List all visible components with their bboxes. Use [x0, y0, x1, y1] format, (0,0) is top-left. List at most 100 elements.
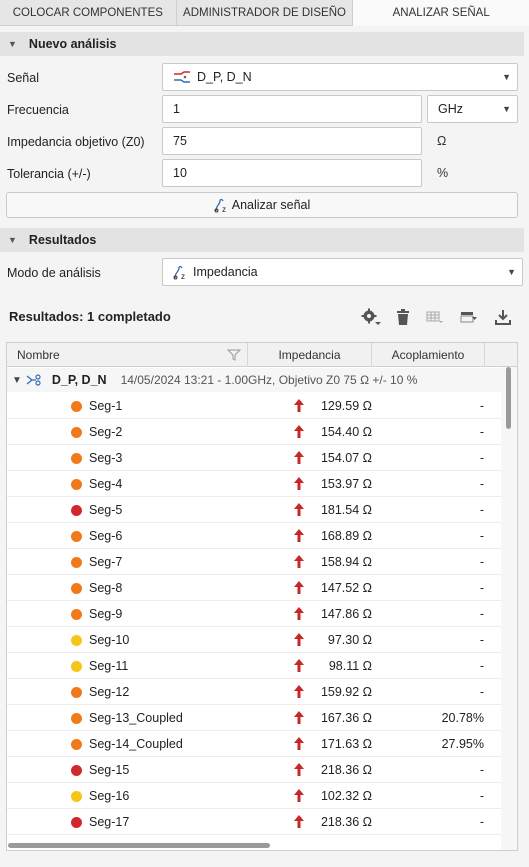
table-row[interactable]: Seg-3 154.07 Ω -: [7, 445, 502, 471]
table-row[interactable]: Seg-15 218.36 Ω -: [7, 757, 502, 783]
horizontal-scroll-thumb[interactable]: [8, 843, 270, 848]
table-row[interactable]: Seg-7 158.94 Ω -: [7, 549, 502, 575]
coupling-value: -: [479, 763, 484, 777]
frequency-input[interactable]: 1: [162, 95, 422, 123]
export-report-button[interactable]: [458, 306, 480, 328]
differential-pair-icon: [26, 374, 41, 386]
results-section-header[interactable]: ▼ Resultados: [0, 228, 524, 252]
horizontal-scrollbar[interactable]: [6, 842, 518, 850]
analysis-mode-label: Modo de análisis: [7, 266, 101, 280]
table-row[interactable]: Seg-11 98.11 Ω -: [7, 653, 502, 679]
arrow-up-icon: [294, 659, 304, 672]
coupling-value: -: [479, 503, 484, 517]
arrow-up-icon: [294, 607, 304, 620]
result-group-row[interactable]: ▼ D_P, D_N 14/05/2024 13:21 - 1.00GHz, O…: [7, 368, 502, 392]
impedance-value: 181.54 Ω: [320, 503, 372, 517]
table-row[interactable]: Seg-5 181.54 Ω -: [7, 497, 502, 523]
table-row[interactable]: Seg-14_Coupled 171.63 Ω 27.95%: [7, 731, 502, 757]
impedance-row: Impedancia objetivo (Z0) 75 Ω: [0, 127, 529, 157]
table-row[interactable]: Seg-17 218.36 Ω -: [7, 809, 502, 835]
collapse-triangle-icon[interactable]: ▼: [8, 39, 17, 49]
trash-icon: [397, 309, 409, 325]
tab-place-components[interactable]: COLOCAR COMPONENTES: [0, 0, 177, 25]
column-header-impedance[interactable]: Impedancia: [248, 343, 372, 367]
arrow-up-icon: [294, 399, 304, 412]
table-row[interactable]: Seg-16 102.32 Ω -: [7, 783, 502, 809]
tab-design-manager[interactable]: ADMINISTRADOR DE DISEÑO: [176, 0, 354, 25]
delete-button[interactable]: [392, 306, 414, 328]
segment-name: Seg-5: [89, 503, 123, 517]
collapse-triangle-icon[interactable]: ▼: [8, 235, 17, 245]
arrow-up-icon: [294, 425, 304, 438]
results-toolbar: Resultados: 1 completado: [0, 300, 529, 334]
frequency-label: Frecuencia: [7, 103, 69, 117]
analyze-signal-label: Analizar señal: [231, 198, 311, 212]
table-row[interactable]: Seg-8 147.52 Ω -: [7, 575, 502, 601]
frequency-unit-select[interactable]: GHz ▼: [427, 95, 518, 123]
arrow-up-icon: [294, 737, 304, 750]
results-count-title: Resultados: 1 completado: [9, 309, 171, 324]
tolerance-input[interactable]: 10: [162, 159, 422, 187]
impedance-value: 171.63 Ω: [320, 737, 372, 751]
arrow-up-icon: [294, 451, 304, 464]
vertical-scroll-thumb[interactable]: [506, 367, 511, 429]
status-dot-icon: [71, 687, 82, 698]
arrow-up-icon: [294, 477, 304, 490]
analyze-signal-button[interactable]: z Analizar señal: [6, 192, 518, 218]
table-row[interactable]: Seg-9 147.86 Ω -: [7, 601, 502, 627]
status-dot-icon: [71, 453, 82, 464]
status-dot-icon: [71, 557, 82, 568]
impedance-value: 129.59 Ω: [320, 399, 372, 413]
vertical-scrollbar[interactable]: [501, 367, 517, 850]
impedance-input[interactable]: 75: [162, 127, 422, 155]
tab-analyze-signal[interactable]: ANALIZAR SEÑAL: [353, 0, 529, 26]
signal-select[interactable]: D_P, D_N ▼: [162, 63, 518, 91]
table-row[interactable]: Seg-13_Coupled 167.36 Ω 20.78%: [7, 705, 502, 731]
report-arrow-icon: [460, 312, 477, 323]
column-header-coupling[interactable]: Acoplamiento: [372, 343, 485, 367]
segment-name: Seg-7: [89, 555, 123, 569]
settings-dropdown-button[interactable]: [360, 306, 382, 328]
grid-header: Nombre Impedancia Acoplamiento: [7, 343, 517, 367]
download-button[interactable]: [492, 306, 514, 328]
column-coupling-label: Acoplamiento: [391, 348, 465, 362]
new-analysis-header[interactable]: ▼ Nuevo análisis: [0, 32, 524, 56]
arrow-up-icon: [294, 555, 304, 568]
table-row[interactable]: Seg-1 129.59 Ω -: [7, 393, 502, 419]
impedance-mode-icon: z: [173, 265, 185, 280]
arrow-up-icon: [294, 685, 304, 698]
arrow-up-icon: [294, 763, 304, 776]
coupling-value: -: [479, 789, 484, 803]
coupling-value: -: [479, 607, 484, 621]
segment-name: Seg-10: [89, 633, 130, 647]
table-row[interactable]: Seg-4 153.97 Ω -: [7, 471, 502, 497]
analysis-mode-select[interactable]: z Impedancia ▼: [162, 258, 523, 286]
status-dot-icon: [71, 505, 82, 516]
coupling-value: -: [479, 815, 484, 829]
arrow-up-icon: [294, 529, 304, 542]
table-view-button[interactable]: [424, 306, 446, 328]
impedance-value: 98.11 Ω: [328, 659, 372, 673]
arrow-up-icon: [294, 503, 304, 516]
chevron-down-icon: ▼: [502, 72, 511, 82]
table-row[interactable]: Seg-2 154.40 Ω -: [7, 419, 502, 445]
table-row[interactable]: Seg-10 97.30 Ω -: [7, 627, 502, 653]
table-row[interactable]: Seg-12 159.92 Ω -: [7, 679, 502, 705]
tolerance-row: Tolerancia (+/-) 10 %: [0, 159, 529, 189]
impedance-value: 168.89 Ω: [320, 529, 372, 543]
column-name-label: Nombre: [17, 348, 60, 362]
table-row[interactable]: Seg-6 168.89 Ω -: [7, 523, 502, 549]
segment-name: Seg-9: [89, 607, 123, 621]
segment-name: Seg-12: [89, 685, 130, 699]
analysis-mode-value: Impedancia: [193, 265, 258, 279]
chevron-down-icon: ▼: [507, 267, 516, 277]
filter-icon[interactable]: [227, 349, 241, 361]
coupling-value: 27.95%: [441, 737, 484, 751]
column-header-name[interactable]: Nombre: [7, 343, 248, 367]
status-dot-icon: [71, 713, 82, 724]
expand-triangle-icon[interactable]: ▼: [12, 375, 22, 386]
status-dot-icon: [71, 817, 82, 828]
new-analysis-title: Nuevo análisis: [28, 37, 117, 51]
impedance-value: 158.94 Ω: [320, 555, 372, 569]
coupling-value: -: [479, 633, 484, 647]
